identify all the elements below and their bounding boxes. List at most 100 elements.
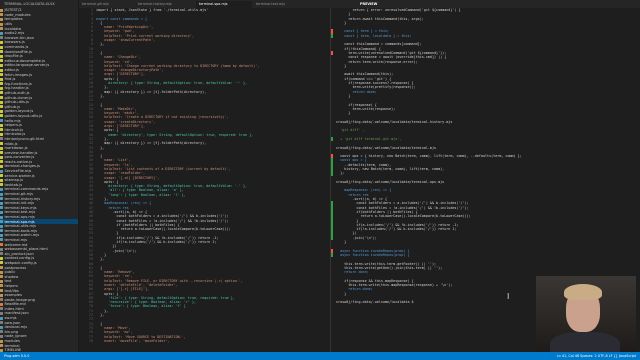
status-right-text[interactable]: Ln 41, Col 48 Spaces: 2 UTF-8 LF {} Java… (557, 352, 636, 360)
tab-terminal-git[interactable]: terminal-git.mjs (79, 1, 134, 8)
text-cursor-icon: I (507, 292, 510, 301)
sidebar-item-label: node_modules (4, 12, 31, 17)
file-icon (0, 109, 3, 113)
code-text: event: 'moveFile', 'moveFolder', (96, 338, 170, 343)
status-left-text[interactable]: Plug-sdm 0.0.0 (4, 352, 29, 360)
folder-icon (0, 279, 3, 283)
sidebar-item-label: terminal-init.mjs (4, 201, 35, 206)
file-icon (0, 31, 3, 35)
folder-icon (0, 344, 3, 348)
terminal-text: return done; (336, 270, 369, 275)
code-line: 78 event: 'moveFile', 'moveFolder', (79, 339, 329, 343)
file-icon (0, 142, 3, 146)
file-icon (0, 77, 3, 81)
file-icon (0, 220, 3, 224)
sidebar-item-label: public (4, 270, 16, 275)
sidebar-item-label: terminal-watch.mjs (4, 233, 40, 238)
folder-icon (0, 8, 3, 12)
folder-icon (0, 284, 3, 288)
sidebar-item-label: editor-language-server.js (4, 63, 50, 68)
file-icon (0, 233, 3, 237)
file-icon (0, 215, 3, 219)
file-icon (0, 316, 3, 320)
folder-icon (0, 27, 3, 31)
sidebar-item-label: terminal (4, 343, 20, 348)
status-bar: Plug-sdm 0.0.0 Ln 41, Col 48 Spaces: 2 U… (0, 352, 640, 360)
code-text: 'force': { type: Boolean, alias: 'f' } (96, 304, 186, 309)
sidebar-item-label: find.js (4, 77, 16, 82)
sidebar-item-label: manifest.json (4, 311, 29, 316)
sidebar-item-label: terminal-commands.mjs (4, 187, 49, 192)
sidebar-item-label: welcome.md (4, 242, 28, 247)
file-icon (0, 261, 3, 265)
file-icon (0, 73, 3, 77)
code-text: }, (96, 145, 105, 150)
file-icon (0, 321, 3, 325)
folder-icon (0, 266, 3, 270)
file-icon (0, 82, 3, 86)
terminal-text: async function invokeRepos(prop) { (336, 252, 410, 257)
file-icon (0, 197, 3, 201)
terminal-text: crosw8j/fing-data/.welcome/localdata/ter… (336, 119, 453, 124)
sidebar-item-label: zip_product.json (4, 251, 34, 256)
sidebar-item-label: pwa.json (4, 320, 21, 325)
sidebar-item-label: terminal-ops.mjs (4, 215, 35, 220)
sidebar-item-label: golden-layout.js (4, 109, 34, 114)
sidebar-item-label: terminal-test.mjs (4, 210, 36, 215)
sidebar-item-label: service-worker.js (4, 173, 35, 178)
file-icon (0, 229, 3, 233)
sidebar-item-label: examples (4, 293, 22, 298)
file-icon (0, 187, 3, 191)
sidebar-item-label: htmlcolr.js (4, 127, 24, 132)
sidebar-item-label: browsers.js (4, 40, 25, 45)
sidebar-item-label: terminal-tools.mjs (4, 228, 38, 233)
file-icon (0, 68, 3, 72)
terminal-text: + 'git diff terminal.git.mjs', (336, 136, 402, 141)
sidebar-item-label: templates (4, 17, 23, 22)
explorer-title: TERMINAL-LOCALDATA-XLSX (4, 2, 55, 6)
file-icon (0, 243, 3, 247)
sidebar-item-label: postprocess (4, 265, 27, 270)
file-icon (0, 100, 3, 104)
folder-icon (0, 293, 3, 297)
file-icon (0, 40, 3, 44)
tab-terminal-test[interactable]: terminal-test.mjs (253, 1, 309, 8)
file-icon (0, 164, 3, 168)
file-icon (0, 330, 3, 334)
code-text: }, (96, 93, 105, 98)
file-icon (0, 63, 3, 67)
sidebar-item-label: webpack.config.js (4, 260, 37, 265)
file-icon (0, 114, 3, 118)
file-icon (0, 206, 3, 210)
terminal-text: 'git diff' , (336, 128, 365, 133)
code-editor[interactable]: 1 import { stack, JsonState } from './ter… (79, 8, 329, 352)
file-icon (0, 128, 3, 132)
file-icon (0, 96, 3, 100)
tab-terminal-spa[interactable]: terminal-spa.mjs (196, 1, 252, 8)
file-icon (0, 307, 3, 311)
sidebar-item-label: JS/TEST/2 (4, 8, 22, 13)
sidebar-item-label: helpers.js (4, 123, 22, 128)
file-icon (0, 178, 3, 182)
sidebar-item-label: shadow (4, 274, 19, 279)
file-icon (0, 36, 3, 40)
file-icon (0, 247, 3, 251)
file-icon (0, 201, 3, 205)
sidebar-item-label: utils (4, 22, 13, 27)
folder-icon (0, 13, 3, 17)
sidebar-item-label: terminal-history.mjs (4, 196, 41, 201)
sidebar-item-label: terminal.mjs (4, 237, 28, 242)
sidebar-item-label: commands.js (4, 45, 29, 50)
file-icon (0, 169, 3, 173)
terminal-text: history, new Batch(term, comm), lift(ter… (336, 166, 445, 171)
sidebar-item-label: paste-image.png (4, 297, 35, 302)
sidebar-item-label: htmlonlyconv-git.html (4, 136, 45, 141)
file-icon (0, 183, 3, 187)
file-icon (0, 155, 3, 159)
file-icon (0, 224, 3, 228)
file-icon (0, 146, 3, 150)
tab-terminal-history[interactable]: terminal-history.mjs (135, 1, 195, 8)
tab-preview[interactable]: PREVIEW (357, 1, 397, 8)
code-text: 'long': { type: Boolean, alias: 'l' }, (96, 192, 186, 197)
sidebar-item-label: terminal-spa.mjs (4, 219, 35, 224)
